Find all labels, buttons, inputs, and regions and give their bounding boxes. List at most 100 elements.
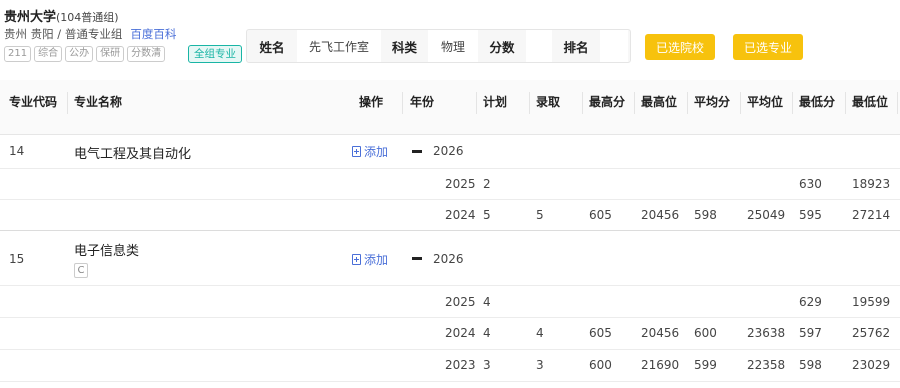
university-tags: 211 综合 公办 保研 分数清 bbox=[4, 46, 166, 62]
col-action: 操作 bbox=[359, 95, 384, 109]
col-divider bbox=[402, 92, 403, 114]
major-row: 15 电子信息类 C 添加 2026 bbox=[0, 231, 900, 286]
cell-plan: 5 bbox=[483, 208, 491, 222]
tag-postgrad: 保研 bbox=[96, 46, 125, 62]
cell-max-rank: 20456 bbox=[641, 326, 680, 340]
subject-label: 科类 bbox=[391, 39, 417, 55]
add-major-button[interactable]: 添加 bbox=[352, 251, 388, 268]
cell-min-score: 595 bbox=[799, 208, 822, 222]
cell-max-rank: 20456 bbox=[641, 208, 680, 222]
add-icon bbox=[352, 254, 361, 265]
cell-min-rank: 19599 bbox=[852, 295, 891, 309]
selected-majors-button[interactable]: 已选专业 bbox=[733, 34, 803, 60]
cell-avg-rank: 23638 bbox=[747, 326, 786, 340]
university-name: 贵州大学 bbox=[4, 10, 57, 25]
baike-link[interactable]: 百度百科 bbox=[130, 27, 176, 41]
cell-min-score: 598 bbox=[799, 358, 822, 372]
table-header: 专业代码 专业名称 操作 年份 计划 录取 最高分 最高位 平均分 平均位 最低… bbox=[0, 80, 900, 135]
user-info-bar: 姓名 先飞工作室 科类 物理 分数 排名 bbox=[246, 29, 631, 63]
col-divider bbox=[67, 92, 68, 114]
cell-avg-rank: 22358 bbox=[747, 358, 786, 372]
major-row: 14 电气工程及其自动化 添加 2026 bbox=[0, 134, 900, 169]
cell-min-score: 630 bbox=[799, 177, 822, 191]
university-location-row: 贵州 贵阳 / 普通专业组 百度百科 bbox=[4, 26, 176, 42]
cell-min-rank: 27214 bbox=[852, 208, 891, 222]
subject-value: 物理 bbox=[428, 30, 478, 62]
history-row: 2024 5 5 605 20456 598 25049 595 27214 bbox=[0, 199, 900, 231]
col-divider bbox=[634, 92, 635, 114]
col-divider bbox=[740, 92, 741, 114]
cell-min-score: 597 bbox=[799, 326, 822, 340]
university-group: (104普通组) bbox=[56, 11, 119, 24]
name-value: 先飞工作室 bbox=[297, 30, 381, 62]
cell-max-score: 600 bbox=[589, 358, 612, 372]
name-label: 姓名 bbox=[259, 39, 285, 55]
cell-year: 2023 bbox=[445, 358, 476, 372]
cell-max-score: 605 bbox=[589, 326, 612, 340]
collapse-icon[interactable] bbox=[412, 150, 422, 153]
cell-avg-score: 598 bbox=[694, 208, 717, 222]
history-row: 2023 3 3 600 21690 599 22358 598 23029 bbox=[0, 349, 900, 382]
tag-211: 211 bbox=[4, 46, 32, 62]
cell-admit: 5 bbox=[536, 208, 544, 222]
cell-plan: 4 bbox=[483, 295, 491, 309]
col-divider bbox=[687, 92, 688, 114]
col-min-rank: 最低位 bbox=[852, 95, 889, 109]
col-plan: 计划 bbox=[483, 95, 508, 109]
cell-min-score: 629 bbox=[799, 295, 822, 309]
major-name: 电子信息类 bbox=[74, 244, 140, 259]
cell-year: 2025 bbox=[445, 177, 476, 191]
major-name: 电气工程及其自动化 bbox=[74, 147, 192, 162]
tag-comprehensive: 综合 bbox=[34, 46, 63, 62]
col-admit: 录取 bbox=[536, 95, 561, 109]
history-row: 2025 2 630 18923 bbox=[0, 168, 900, 200]
cell-plan: 4 bbox=[483, 326, 491, 340]
cell-admit: 3 bbox=[536, 358, 544, 372]
col-divider bbox=[476, 92, 477, 114]
university-location: 贵州 贵阳 / 普通专业组 bbox=[4, 27, 123, 41]
current-year: 2026 bbox=[433, 252, 464, 266]
add-major-button[interactable]: 添加 bbox=[352, 143, 388, 160]
col-avg-rank: 平均位 bbox=[747, 95, 784, 109]
col-divider bbox=[897, 92, 898, 114]
cell-avg-score: 599 bbox=[694, 358, 717, 372]
cell-max-score: 605 bbox=[589, 208, 612, 222]
cell-min-rank: 23029 bbox=[852, 358, 891, 372]
history-row: 2025 4 629 19599 bbox=[0, 286, 900, 318]
cell-admit: 4 bbox=[536, 326, 544, 340]
col-max-score: 最高分 bbox=[589, 95, 626, 109]
rank-label: 排名 bbox=[563, 39, 589, 55]
cell-year: 2025 bbox=[445, 295, 476, 309]
cell-plan: 2 bbox=[483, 177, 491, 191]
rank-value bbox=[600, 30, 628, 62]
tag-public: 公办 bbox=[65, 46, 94, 62]
col-divider bbox=[792, 92, 793, 114]
all-group-majors-button[interactable]: 全组专业 bbox=[188, 45, 242, 63]
col-avg-score: 平均分 bbox=[694, 95, 731, 109]
university-header: 贵州大学(104普通组) 贵州 贵阳 / 普通专业组 百度百科 211 综合 公办… bbox=[0, 0, 900, 70]
col-min-score: 最低分 bbox=[799, 95, 836, 109]
cell-year: 2024 bbox=[445, 208, 476, 222]
add-label: 添加 bbox=[364, 145, 389, 159]
col-divider bbox=[582, 92, 583, 114]
history-row: 2024 4 4 605 20456 600 23638 597 25762 bbox=[0, 317, 900, 350]
cell-min-rank: 25762 bbox=[852, 326, 891, 340]
university-title: 贵州大学(104普通组) bbox=[4, 6, 119, 25]
major-code: 15 bbox=[9, 252, 25, 266]
col-name: 专业名称 bbox=[74, 95, 123, 109]
score-value bbox=[526, 30, 552, 62]
col-max-rank: 最高位 bbox=[641, 95, 678, 109]
tag-score-clear: 分数清 bbox=[127, 46, 166, 62]
collapse-icon[interactable] bbox=[412, 257, 422, 260]
selected-schools-button[interactable]: 已选院校 bbox=[645, 34, 715, 60]
cell-max-rank: 21690 bbox=[641, 358, 680, 372]
major-code: 14 bbox=[9, 144, 25, 158]
cell-avg-rank: 25049 bbox=[747, 208, 786, 222]
cell-plan: 3 bbox=[483, 358, 491, 372]
col-code: 专业代码 bbox=[9, 95, 58, 109]
current-year: 2026 bbox=[433, 144, 464, 158]
add-label: 添加 bbox=[364, 253, 389, 267]
cell-min-rank: 18923 bbox=[852, 177, 891, 191]
cell-year: 2024 bbox=[445, 326, 476, 340]
add-icon bbox=[352, 146, 361, 157]
